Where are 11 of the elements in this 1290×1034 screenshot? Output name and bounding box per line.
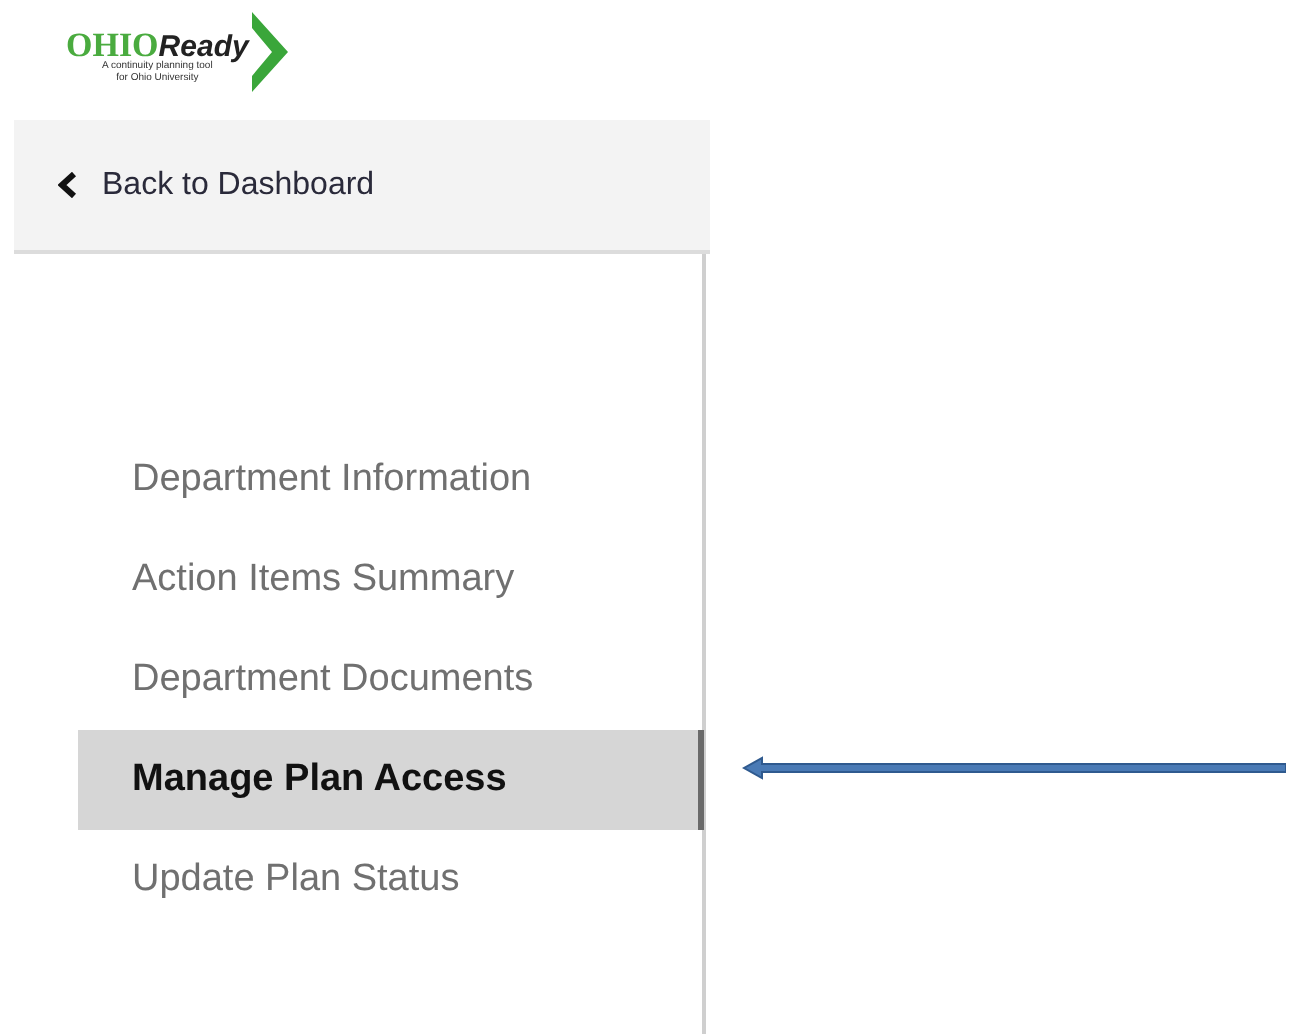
chevron-logo-icon xyxy=(248,8,293,96)
chevron-left-icon xyxy=(58,172,78,198)
logo-text: Ready xyxy=(158,32,249,62)
arrow-icon xyxy=(742,753,1286,782)
logo-text: OHIO xyxy=(66,28,159,62)
back-link[interactable]: Back to Dashboard xyxy=(14,120,710,254)
sidebar-item[interactable]: Action Items Summary xyxy=(78,530,702,630)
sidebar-item[interactable]: Update Plan Status xyxy=(78,830,702,930)
sidebar-item[interactable]: Manage Plan Access xyxy=(78,730,704,830)
sidebar-item[interactable]: Department Information xyxy=(78,430,702,530)
sidebar-item[interactable]: Department Documents xyxy=(78,630,702,730)
